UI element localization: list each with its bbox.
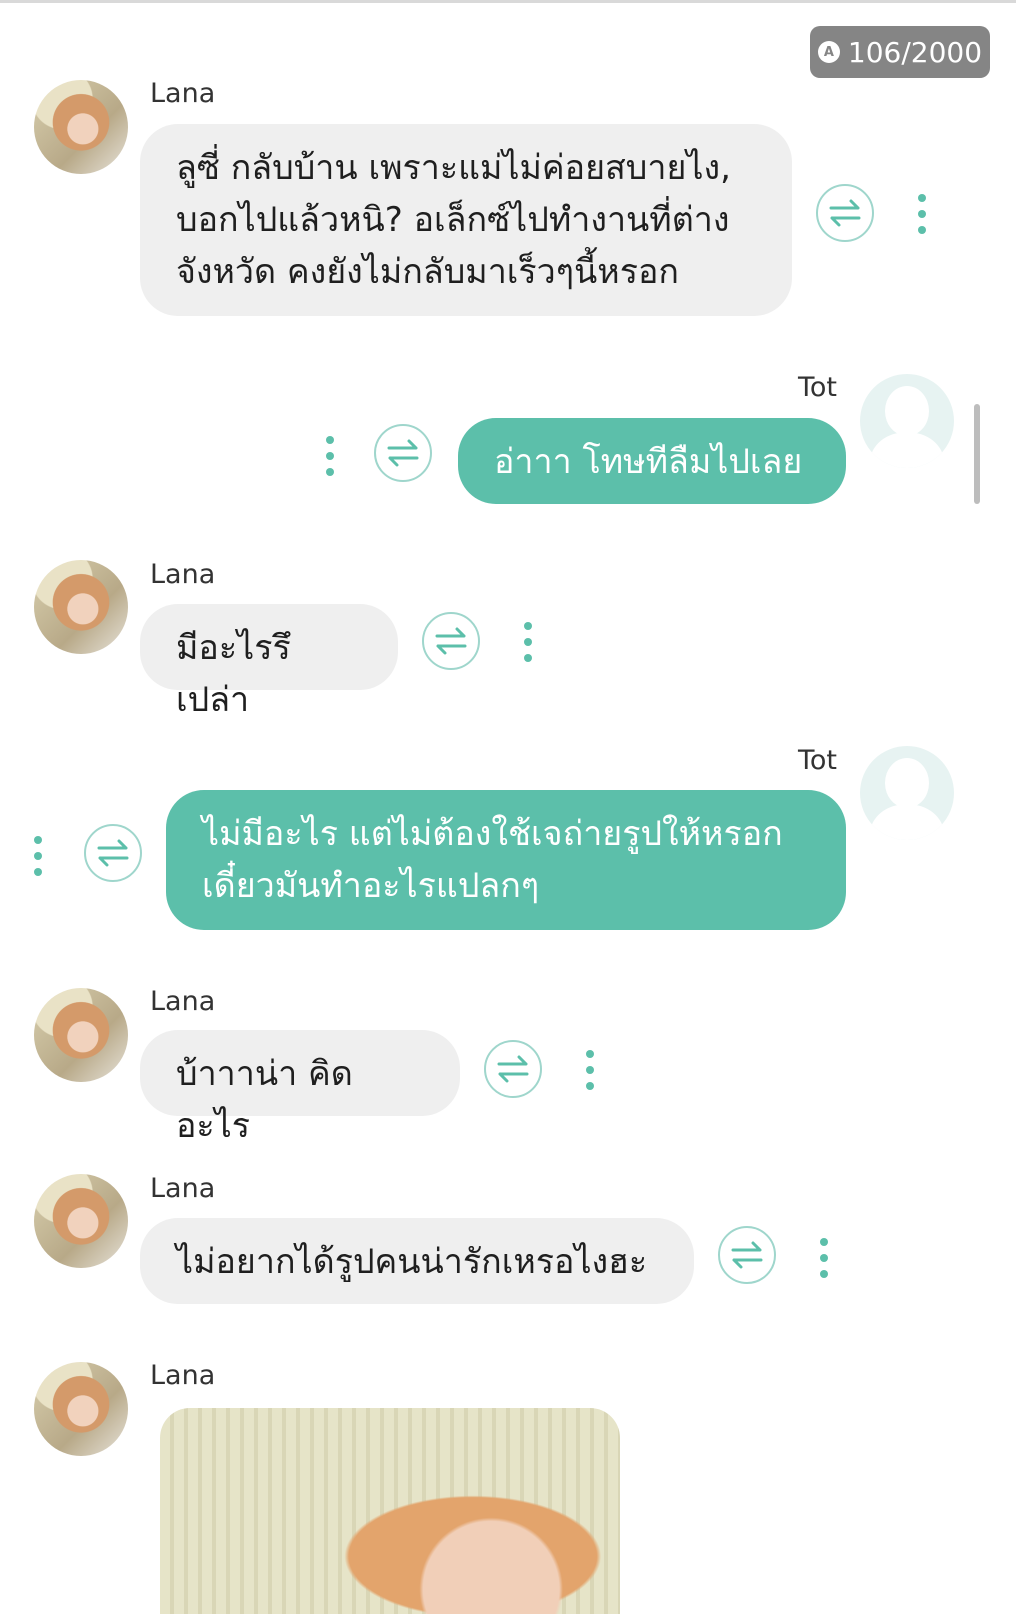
sender-name: Tot xyxy=(798,372,838,403)
scrollbar[interactable] xyxy=(974,404,980,504)
sender-name: Lana xyxy=(150,1173,216,1204)
message-bubble[interactable]: อ่าาา โทษทีลืมไปเลย xyxy=(458,418,846,504)
avatar[interactable] xyxy=(34,1362,128,1456)
more-options-icon[interactable] xyxy=(582,1048,598,1092)
message-bubble[interactable]: ไม่อยากได้รูปคนน่ารักเหรอไงฮะ xyxy=(140,1218,694,1304)
message-counter-text: 106/2000 xyxy=(847,35,983,69)
sender-name: Lana xyxy=(150,986,216,1017)
photo-message-image[interactable] xyxy=(160,1408,620,1614)
sender-name: Lana xyxy=(150,559,216,590)
sender-name: Lana xyxy=(150,1360,216,1391)
swap-icon[interactable] xyxy=(422,612,480,670)
avatar[interactable] xyxy=(34,560,128,654)
sender-name: Lana xyxy=(150,78,216,109)
message-bubble[interactable]: ลูซี่ กลับบ้าน เพราะแม่ไม่ค่อยสบายไง, บอ… xyxy=(140,124,792,316)
sender-name: Tot xyxy=(798,745,838,776)
more-options-icon[interactable] xyxy=(914,192,930,236)
avatar[interactable] xyxy=(860,374,954,468)
more-options-icon[interactable] xyxy=(520,620,536,664)
message-bubble[interactable]: บ้าาาน่า คิดอะไร xyxy=(140,1030,460,1146)
more-options-icon[interactable] xyxy=(322,434,338,478)
message-counter-badge: A 106/2000 xyxy=(810,26,990,78)
top-divider xyxy=(0,0,1016,3)
more-options-icon[interactable] xyxy=(30,834,46,878)
message-bubble[interactable]: มีอะไรรึเปล่า xyxy=(140,604,398,720)
avatar[interactable] xyxy=(34,988,128,1082)
swap-icon[interactable] xyxy=(718,1226,776,1284)
swap-icon[interactable] xyxy=(816,184,874,242)
avatar[interactable] xyxy=(34,1174,128,1268)
swap-icon[interactable] xyxy=(84,824,142,882)
swap-icon[interactable] xyxy=(374,424,432,482)
avatar[interactable] xyxy=(860,746,954,840)
swap-icon[interactable] xyxy=(484,1040,542,1098)
more-options-icon[interactable] xyxy=(816,1236,832,1280)
a-badge-icon: A xyxy=(817,41,840,63)
avatar[interactable] xyxy=(34,80,128,174)
message-bubble[interactable]: ไม่มีอะไร แต่ไม่ต้องใช้เจถ่ายรูปให้หรอก … xyxy=(166,790,846,930)
